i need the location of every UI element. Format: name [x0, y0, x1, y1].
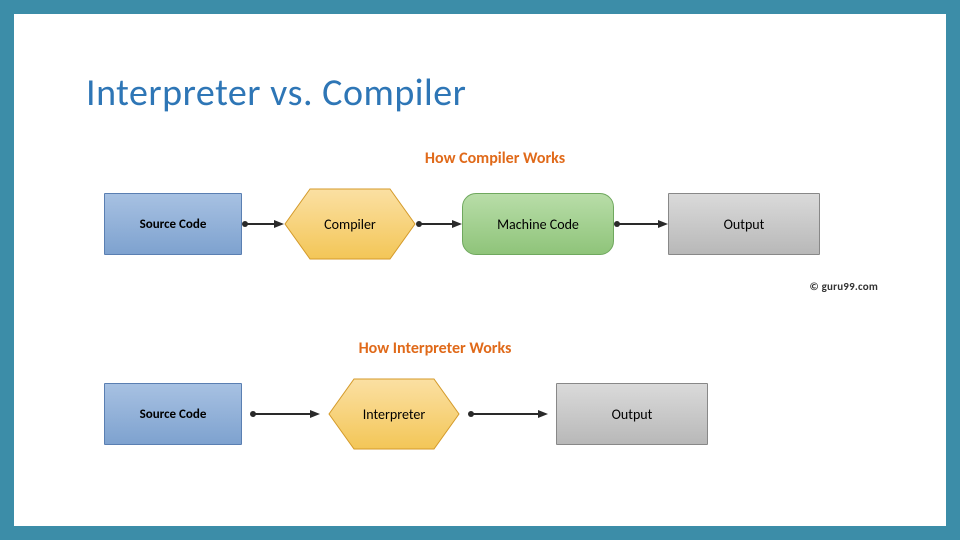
box-output: Output [556, 383, 708, 445]
box-interpreter: Interpreter [328, 378, 460, 450]
box-source-code: Source Code [104, 193, 242, 255]
interpreter-flow: Source Code Interpreter Output [104, 378, 886, 450]
arrow-icon [614, 219, 668, 229]
compiler-label: Compiler [324, 216, 376, 233]
arrow-icon [242, 219, 284, 229]
arrow-icon [416, 219, 462, 229]
box-source-code: Source Code [104, 383, 242, 445]
compiler-flow: Source Code Compiler Machine Code Output [104, 188, 886, 260]
arrow-icon [250, 409, 320, 419]
box-output: Output [668, 193, 820, 255]
attribution-text: © guru99.com [810, 280, 879, 293]
interpreter-diagram: How Interpreter Works Source Code Interp… [104, 339, 886, 450]
arrow-icon [468, 409, 548, 419]
box-compiler: Compiler [284, 188, 416, 260]
interpreter-label: Interpreter [363, 406, 425, 423]
slide-frame: Interpreter vs. Compiler How Compiler Wo… [0, 0, 960, 540]
compiler-diagram: How Compiler Works Source Code Compiler … [104, 149, 886, 260]
page-title: Interpreter vs. Compiler [86, 70, 466, 116]
compiler-heading: How Compiler Works [104, 149, 886, 168]
interpreter-heading: How Interpreter Works [0, 339, 886, 358]
box-machine-code: Machine Code [462, 193, 614, 255]
